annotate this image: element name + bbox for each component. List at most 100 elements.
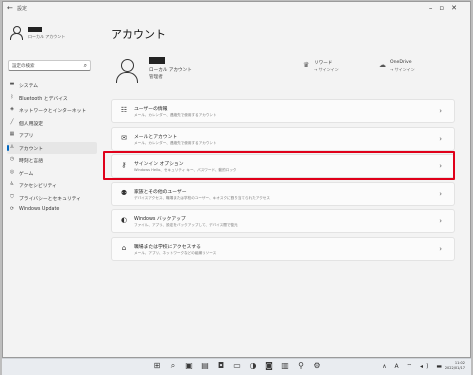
shield-icon: ⛉: [10, 193, 14, 200]
family-icon: ⚉: [120, 188, 128, 197]
card-description: ファイル、アプリ、設定をバックアップして、デバイス間で復元: [134, 223, 238, 227]
person-icon: ♙: [9, 143, 15, 150]
service-name: OneDrive: [390, 60, 412, 65]
settings-card-3[interactable]: ⚉ 家族とその他のユーザー デバイスアクセス、職場または学校のユーザー、キオスクに割…: [111, 181, 455, 206]
edge-icon[interactable]: ◑: [248, 361, 258, 371]
account-hero: ローカル アカウント 管理者 ♛ リワード → サインイン ☁ OneDrive…: [111, 51, 455, 89]
search-icon[interactable]: ⌕: [168, 361, 178, 371]
card-title: 家族とその他のユーザー: [134, 189, 187, 195]
app-title: 設定: [17, 6, 28, 12]
chevron-right-icon: ›: [439, 217, 442, 225]
system-tray[interactable]: ∧ A ⌔ ◂) ▬: [382, 362, 445, 370]
redacted-user-name: [28, 27, 42, 32]
title-bar: ← 設定 –▫✕: [3, 2, 470, 16]
apps-icon[interactable]: ▥: [280, 361, 290, 371]
trophy-icon: ♛: [303, 61, 310, 69]
taskbar-icons: ⊞ ⌕ ▣ ▤ ◘ ▭ ◑ ◙ ▥ ⚲ ⚙: [152, 361, 322, 373]
sidebar-item-10[interactable]: ⟳ Windows Update: [7, 204, 97, 217]
mail-icon: ✉: [121, 133, 127, 142]
onedrive-service[interactable]: ☁ OneDrive → サインイン: [379, 59, 429, 73]
settings-card-4[interactable]: ◐ Windows バックアップ ファイル、アプリ、設定をバックアップして、デバイス…: [111, 209, 455, 233]
maximize-button[interactable]: ▫: [439, 4, 451, 12]
page-title: アカウント: [111, 28, 166, 41]
pen-icon: ╱: [10, 118, 14, 125]
user-info-icon: ☷: [120, 106, 128, 114]
sidebar-item-5[interactable]: ♙ アカウント: [7, 141, 97, 154]
card-description: メール、カレンダー、連絡先で使用するアカウント: [134, 113, 217, 117]
settings-card-1[interactable]: ✉ メールとアカウント メール、カレンダー、連絡先で使用するアカウント ›: [111, 126, 455, 151]
sidebar-item-9[interactable]: ⛉ プライバシーとセキュリティ: [7, 192, 97, 205]
sidebar-item-label: Windows Update: [19, 207, 60, 212]
card-description: デバイスアクセス、職場または学校のユーザー、キオスクに割り当てられたアクセス: [134, 195, 270, 200]
taskbar: ⊞ ⌕ ▣ ▤ ◘ ▭ ◑ ◙ ▥ ⚲ ⚙ ∧ A ⌔ ◂) ▬ 11:02 2022/01/17: [2, 358, 471, 375]
clock-date: 2022/01/17: [444, 366, 465, 370]
sidebar-item-label: アクセシビリティ: [19, 184, 57, 189]
sidebar-item-1[interactable]: ᛒ Bluetooth とデバイス: [7, 92, 97, 105]
sidebar-item-6[interactable]: ◷ 時刻と言語: [7, 154, 97, 167]
update-icon: ⟳: [9, 206, 15, 212]
settings-card-0[interactable]: ☷ ユーザーの情報 メール、カレンダー、連絡先で使用するアカウント ›: [111, 99, 455, 123]
widgets-icon[interactable]: ▤: [200, 361, 210, 371]
sidebar-item-3[interactable]: ╱ 個人用設定: [7, 117, 97, 130]
service-status[interactable]: → サインイン: [390, 67, 415, 73]
service-name: リワード: [314, 61, 333, 66]
annotation-highlight-box: [103, 151, 455, 180]
chevron-right-icon: ›: [439, 244, 442, 253]
start-icon[interactable]: ⊞: [152, 361, 162, 371]
search-placeholder: 設定の検索: [12, 64, 35, 69]
settings-card-5[interactable]: ⌂ 職場または学校にアクセスする メール、アプリ、ネットワークなどの組織リソース ›: [111, 236, 455, 261]
clock-globe-icon: ◷: [9, 156, 15, 162]
chevron-right-icon: ›: [439, 189, 442, 198]
sidebar-item-label: プライバシーとセキュリティ: [19, 196, 81, 202]
bluetooth-icon: ᛒ: [10, 93, 14, 100]
account-type: ローカル アカウント: [149, 68, 192, 73]
sidebar-item-label: 個人用設定: [19, 121, 43, 127]
minimize-button[interactable]: –: [429, 4, 440, 12]
accessibility-icon: ♿: [9, 181, 15, 187]
close-button[interactable]: ✕: [451, 4, 464, 12]
map-pin-icon[interactable]: ⚲: [296, 361, 306, 371]
file-explorer-icon[interactable]: ▭: [232, 361, 242, 371]
backup-icon: ◐: [120, 216, 128, 224]
sidebar-item-4[interactable]: ▦ アプリ: [7, 129, 97, 142]
sidebar-item-label: アプリ: [19, 134, 34, 139]
settings-icon[interactable]: ⚙: [312, 361, 322, 371]
redacted-user-name: [149, 57, 165, 64]
arrow-left-icon[interactable]: ←: [7, 4, 13, 12]
avatar-icon: [116, 59, 138, 83]
card-title: 職場または学校にアクセスする: [134, 244, 201, 250]
account-settings-list: ☷ ユーザーの情報 メール、カレンダー、連絡先で使用するアカウント › ✉ メールとアカウ…: [111, 99, 455, 264]
sidebar-item-label: 時刻と言語: [19, 159, 43, 164]
briefcase-icon: ⌂: [121, 243, 127, 252]
monitor-icon: ▬: [9, 81, 15, 87]
chevron-right-icon: ›: [439, 134, 442, 143]
task-view-icon[interactable]: ▣: [184, 361, 194, 371]
game-icon: ◎: [9, 168, 15, 175]
apps-icon: ▦: [9, 131, 15, 137]
sidebar-item-8[interactable]: ♿ アクセシビリティ: [7, 179, 97, 192]
card-title: メールとアカウント: [134, 134, 178, 140]
search-icon: ⌕: [83, 62, 87, 69]
sidebar-item-7[interactable]: ◎ ゲーム: [7, 167, 97, 180]
rewards-service[interactable]: ♛ リワード → サインイン: [303, 59, 353, 73]
search-input[interactable]: 設定の検索 ⌕: [8, 60, 91, 71]
card-title: ユーザーの情報: [134, 107, 168, 112]
avatar-icon: [10, 26, 23, 40]
sidebar-item-label: ネットワークとインターネット: [19, 109, 87, 114]
profile-account-type: ローカル アカウント: [28, 34, 66, 39]
sidebar-item-label: Bluetooth とデバイス: [19, 96, 68, 102]
chevron-right-icon: ›: [439, 107, 442, 115]
cloud-icon: ☁: [379, 61, 386, 69]
sidebar-item-2[interactable]: ◈ ネットワークとインターネット: [7, 104, 97, 117]
network-icon: ◈: [10, 106, 14, 112]
window-controls[interactable]: –▫✕: [429, 4, 464, 12]
sidebar-item-label: ゲーム: [19, 171, 34, 177]
card-description: メール、カレンダー、連絡先で使用するアカウント: [134, 140, 217, 145]
chat-icon[interactable]: ◘: [216, 361, 226, 371]
sidebar-nav: ▬ システム ᛒ Bluetooth とデバイス ◈ ネットワークとインターネット ╱ 個人用…: [7, 79, 97, 217]
store-icon[interactable]: ◙: [264, 361, 274, 371]
taskbar-clock[interactable]: 11:02 2022/01/17: [445, 361, 465, 371]
sidebar-item-0[interactable]: ▬ システム: [7, 79, 97, 92]
service-status[interactable]: → サインイン: [314, 67, 339, 73]
sidebar-profile[interactable]: ローカル アカウント: [8, 24, 98, 44]
